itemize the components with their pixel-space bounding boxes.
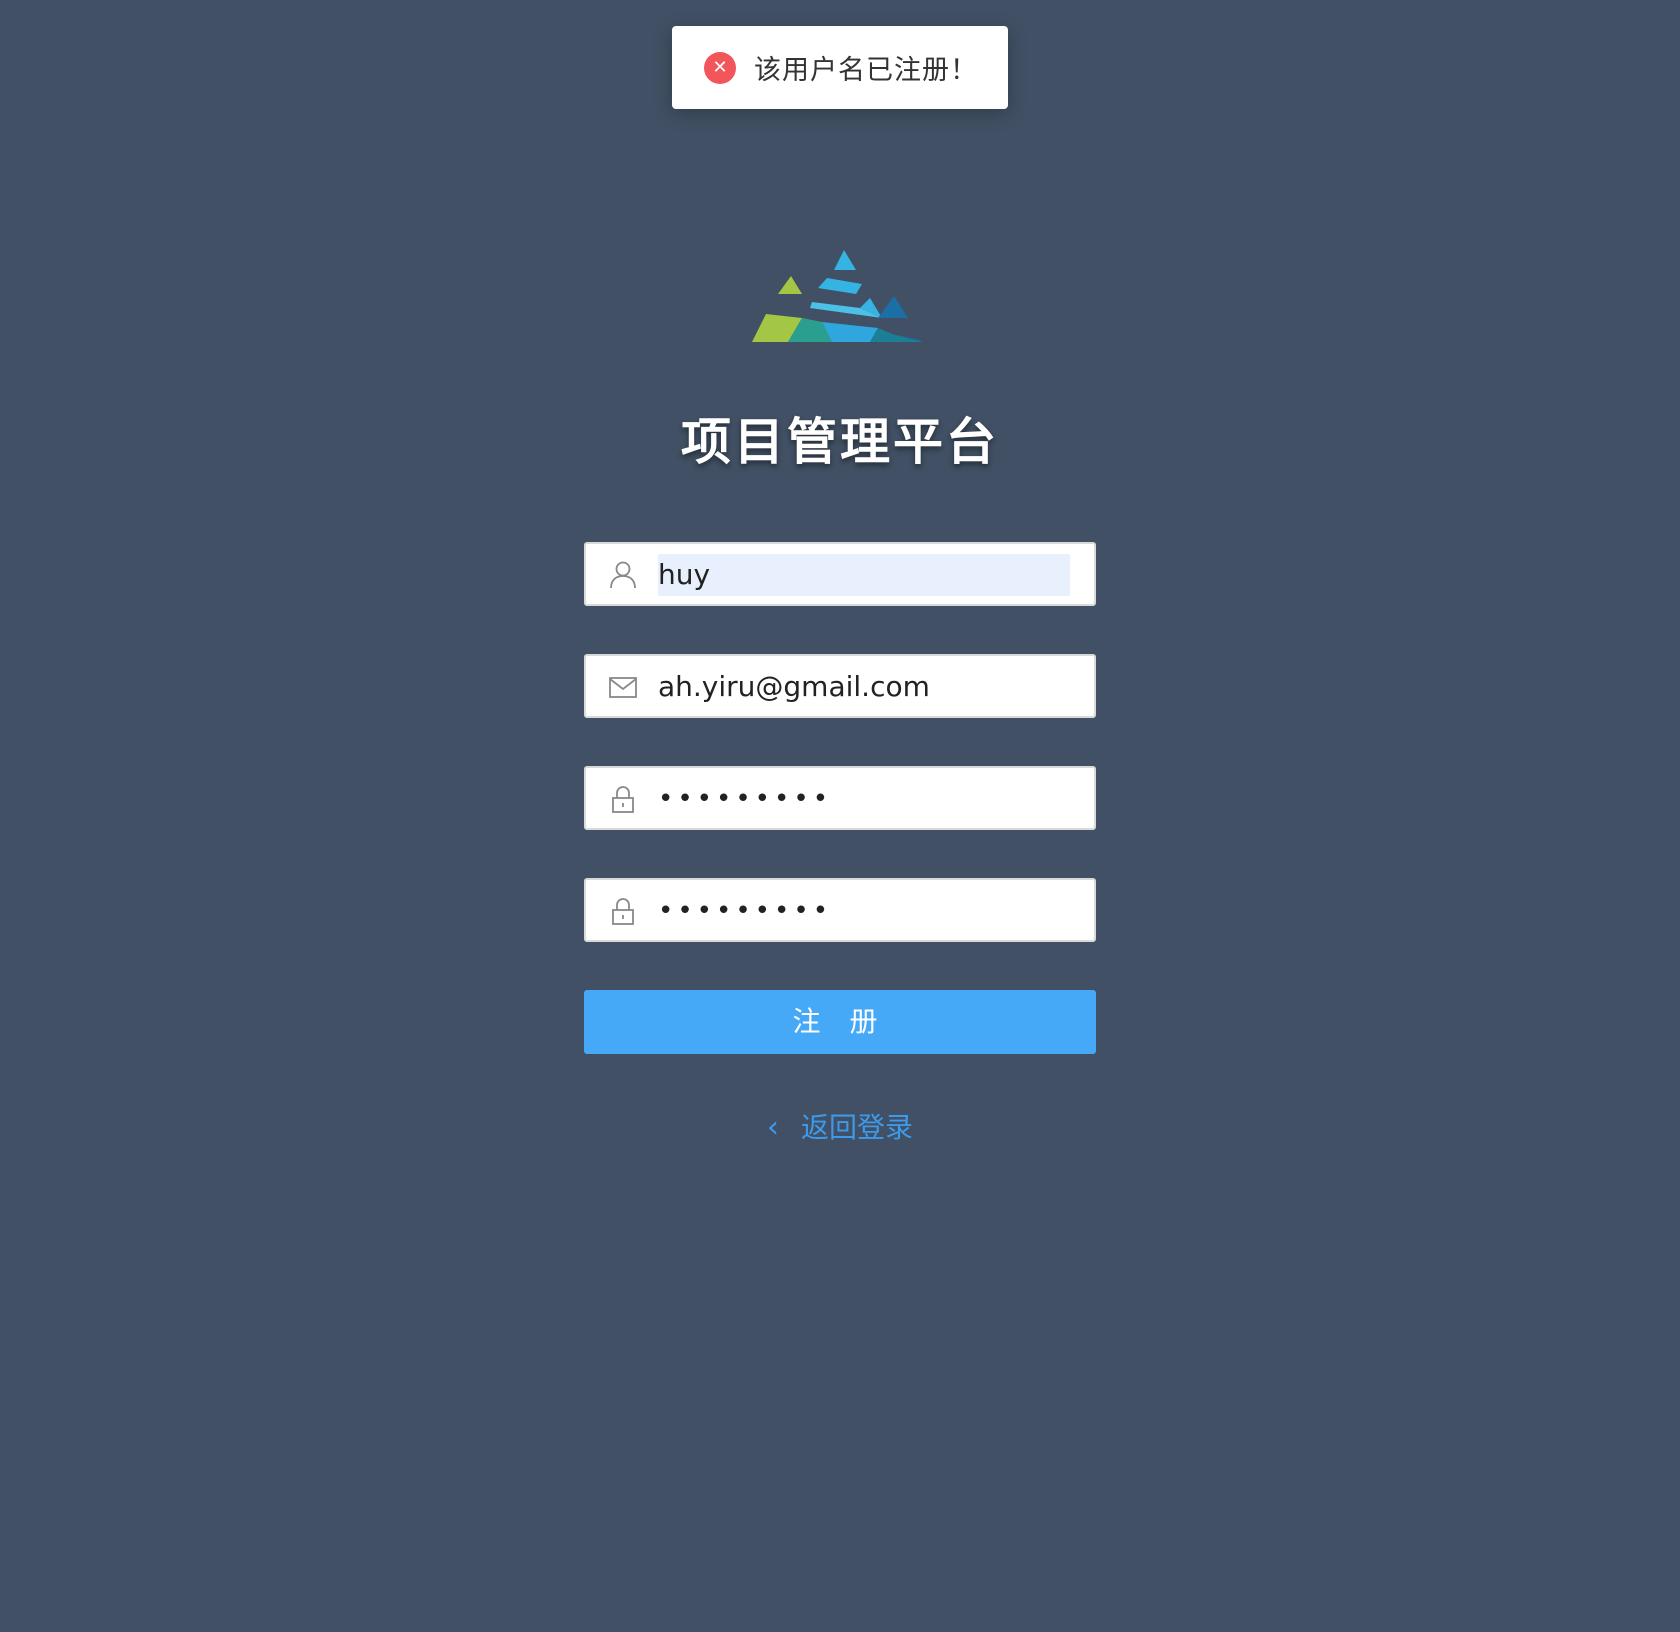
- back-to-login-link[interactable]: ‹ 返回登录: [0, 1106, 1680, 1146]
- lock-icon: [612, 786, 634, 813]
- password-field[interactable]: •••••••••: [584, 766, 1096, 830]
- page-title: 项目管理平台: [681, 413, 999, 471]
- toast-message: 该用户名已注册！: [754, 55, 978, 86]
- confirm-password-input[interactable]: •••••••••: [658, 890, 832, 932]
- username-input[interactable]: huy: [658, 554, 1070, 596]
- user-icon: [610, 561, 636, 589]
- confirm-password-field[interactable]: •••••••••: [584, 878, 1096, 942]
- register-page: ✕ 该用户名已注册！ 项目管理平台 huy ah.yiru@gmail.com …: [0, 0, 1680, 1632]
- email-input[interactable]: ah.yiru@gmail.com: [658, 666, 930, 708]
- brand-logo: [752, 250, 922, 342]
- username-field[interactable]: huy: [584, 542, 1096, 606]
- chevron-left-icon: ‹: [766, 1110, 779, 1145]
- register-button[interactable]: 注 册: [584, 990, 1096, 1054]
- email-field[interactable]: ah.yiru@gmail.com: [584, 654, 1096, 718]
- back-to-login-label: 返回登录: [800, 1111, 913, 1144]
- mail-icon: [609, 677, 637, 698]
- error-toast: ✕ 该用户名已注册！: [672, 26, 1008, 109]
- lock-icon: [612, 898, 634, 925]
- error-circle-icon: ✕: [704, 51, 736, 84]
- password-input[interactable]: •••••••••: [658, 778, 832, 820]
